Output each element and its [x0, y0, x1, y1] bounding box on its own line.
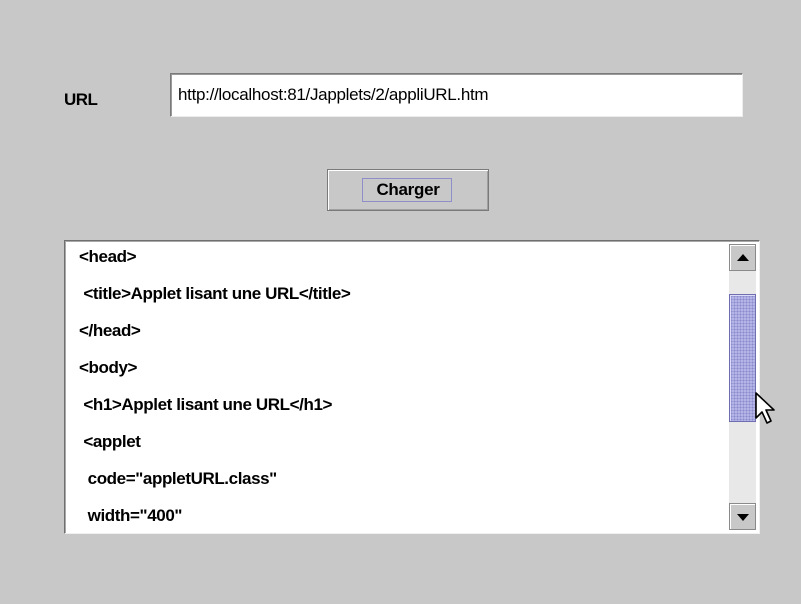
triangle-down-icon — [737, 514, 749, 521]
load-button-label: Charger — [376, 180, 440, 199]
content-line: <body> — [79, 358, 138, 377]
content-lines: <head> <title>Applet lisant une URL</tit… — [66, 242, 727, 532]
content-line: <title>Applet lisant une URL</title> — [79, 284, 351, 303]
content-line: <applet — [79, 432, 141, 451]
triangle-up-icon — [737, 254, 749, 261]
content-line: <h1>Applet lisant une URL</h1> — [79, 395, 333, 414]
load-button[interactable]: Charger — [327, 169, 489, 211]
url-input[interactable] — [170, 73, 743, 117]
scroll-track[interactable] — [729, 271, 756, 503]
content-text-area[interactable]: <head> <title>Applet lisant une URL</tit… — [64, 240, 760, 534]
content-line: code="appletURL.class" — [79, 469, 278, 488]
url-label: URL — [64, 90, 98, 109]
content-line: </head> — [79, 321, 141, 340]
scroll-thumb[interactable] — [729, 294, 756, 422]
vertical-scrollbar[interactable] — [729, 244, 756, 530]
arrow-pointer-icon — [755, 392, 775, 424]
scroll-down-button[interactable] — [729, 503, 756, 530]
content-line: <head> — [79, 247, 137, 266]
scroll-up-button[interactable] — [729, 244, 756, 271]
content-line: width="400" — [79, 506, 183, 525]
